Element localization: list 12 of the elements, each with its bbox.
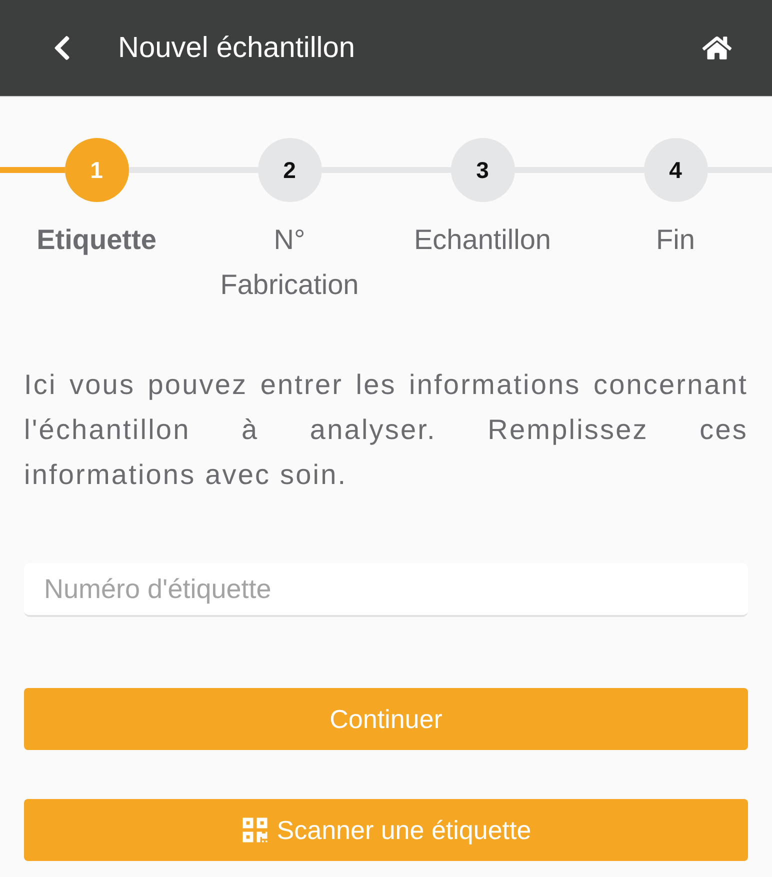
step-label: N° Fabrication bbox=[219, 223, 360, 302]
page-title: Nouvel échantillon bbox=[118, 32, 356, 64]
step-number[interactable]: 4 bbox=[644, 138, 708, 202]
step-number[interactable]: 2 bbox=[258, 138, 322, 202]
step-label: Fin bbox=[655, 223, 696, 257]
intro-text: Ici vous pouvez entrer les informations concernant l'échantillon à analyser. Remplissez ces informations avec soin. bbox=[24, 368, 748, 492]
step-label: Etiquette bbox=[36, 223, 158, 257]
step-label: Echantillon bbox=[413, 223, 552, 257]
step-number[interactable]: 3 bbox=[450, 138, 514, 202]
label-number-field[interactable]: Numéro d'étiquette bbox=[24, 563, 748, 617]
home-icon[interactable] bbox=[702, 35, 732, 61]
qr-code-icon bbox=[240, 816, 269, 844]
